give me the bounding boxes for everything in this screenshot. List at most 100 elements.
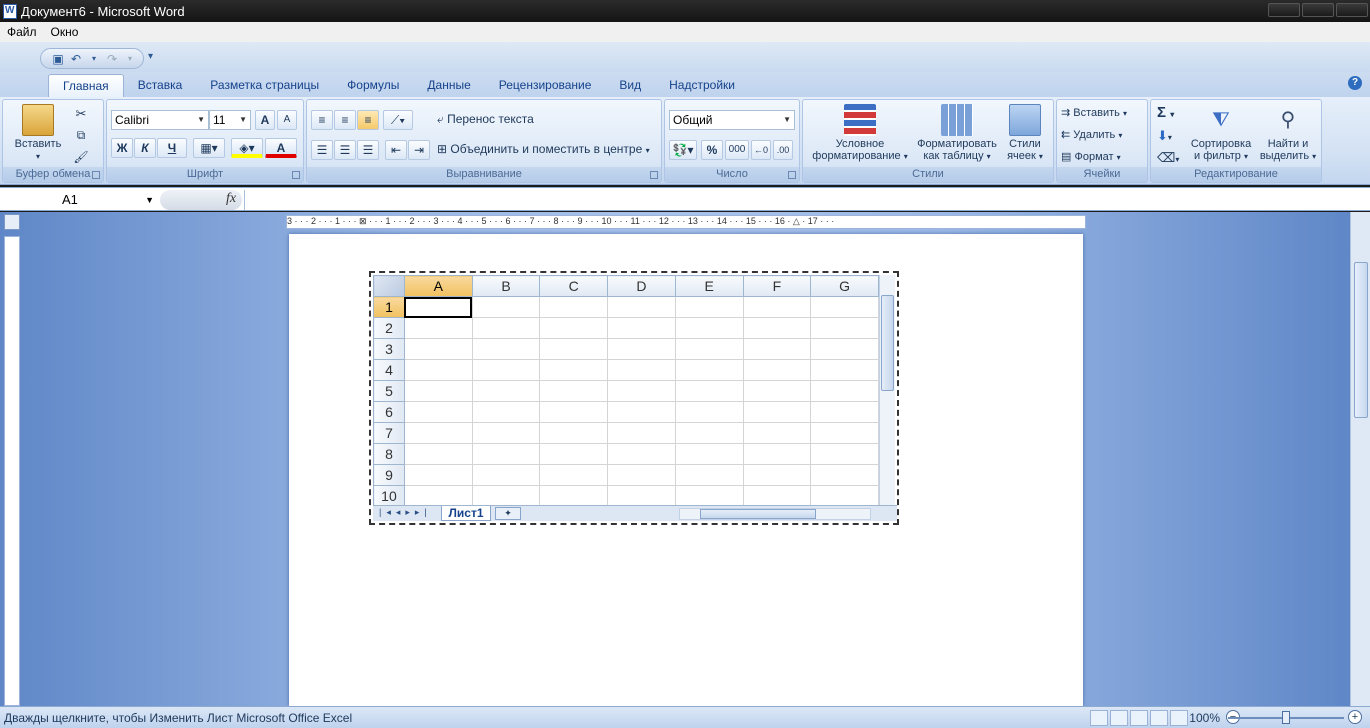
document-vertical-scrollbar[interactable] <box>1350 212 1370 706</box>
conditional-formatting-button[interactable]: Условное форматирование ▾ <box>807 104 913 162</box>
sheet-vscroll-thumb[interactable] <box>881 295 894 391</box>
word-app-icon[interactable] <box>3 3 17 19</box>
save-icon[interactable]: ▣ <box>51 52 65 66</box>
row-header[interactable]: 6 <box>373 401 405 423</box>
cell[interactable] <box>674 464 744 486</box>
cell[interactable] <box>471 317 541 339</box>
print-layout-view-button[interactable] <box>1090 710 1108 726</box>
column-header[interactable]: C <box>539 275 609 297</box>
row-header[interactable]: 9 <box>373 464 405 486</box>
wrap-text-button[interactable]: ⤶ Перенос текста <box>437 112 534 127</box>
cell[interactable] <box>607 317 676 339</box>
close-button[interactable] <box>1336 3 1368 17</box>
vertical-ruler[interactable] <box>4 236 20 706</box>
cell[interactable] <box>539 464 609 486</box>
cell[interactable] <box>403 317 473 339</box>
cell[interactable] <box>810 401 879 423</box>
cell[interactable] <box>539 485 609 507</box>
cell[interactable] <box>403 401 473 423</box>
cell[interactable] <box>674 296 744 318</box>
tab-page-layout[interactable]: Разметка страницы <box>196 74 333 97</box>
cell[interactable] <box>742 401 812 423</box>
cell[interactable] <box>471 380 541 402</box>
decrease-decimal-button[interactable]: .00 <box>773 140 793 160</box>
cell[interactable] <box>539 422 609 444</box>
document-vscroll-thumb[interactable] <box>1354 262 1368 418</box>
cell[interactable] <box>742 443 812 465</box>
tab-data[interactable]: Данные <box>413 74 484 97</box>
cell[interactable] <box>810 422 879 444</box>
cell[interactable] <box>539 338 609 360</box>
fill-icon[interactable]: ⬇▾ <box>1157 128 1172 144</box>
draft-view-button[interactable] <box>1170 710 1188 726</box>
worksheet-grid[interactable]: A B C D E F G 1 2 3 4 5 6 7 8 9 10 <box>373 275 879 507</box>
format-as-table-button[interactable]: Форматировать как таблицу ▾ <box>915 104 999 162</box>
cell[interactable] <box>810 317 879 339</box>
clipboard-dialog-launcher[interactable] <box>92 171 100 179</box>
zoom-slider[interactable] <box>1228 711 1344 724</box>
maximize-button[interactable] <box>1302 3 1334 17</box>
cell[interactable] <box>810 338 879 360</box>
full-screen-view-button[interactable] <box>1110 710 1128 726</box>
cell[interactable] <box>674 338 744 360</box>
horizontal-ruler[interactable]: 3 · · · 2 · · · 1 · · · ⊠ · · · 1 · · · … <box>286 215 1086 229</box>
font-color-button[interactable]: A <box>265 138 297 158</box>
cell[interactable] <box>810 485 879 507</box>
cell[interactable] <box>539 317 609 339</box>
insert-sheet-icon[interactable]: ✦ <box>495 507 521 520</box>
cell[interactable] <box>607 443 676 465</box>
column-header[interactable]: E <box>674 275 744 297</box>
insert-cells-button[interactable]: ⇉ Вставить ▾ <box>1061 106 1127 119</box>
cell[interactable] <box>471 485 541 507</box>
increase-indent-button[interactable]: ⇥ <box>408 140 430 160</box>
cell[interactable] <box>742 464 812 486</box>
redo-dropdown-icon[interactable]: ▾ <box>123 52 137 66</box>
outline-view-button[interactable] <box>1150 710 1168 726</box>
cell[interactable] <box>674 485 744 507</box>
cell[interactable] <box>607 464 676 486</box>
row-header[interactable]: 7 <box>373 422 405 444</box>
cell[interactable] <box>607 296 676 318</box>
orientation-button[interactable]: ⟋▾ <box>383 110 413 130</box>
tab-addins[interactable]: Надстройки <box>655 74 749 97</box>
cell[interactable] <box>607 359 676 381</box>
tab-formulas[interactable]: Формулы <box>333 74 413 97</box>
percent-button[interactable]: % <box>701 140 723 160</box>
format-painter-icon[interactable]: 🖌 <box>73 150 89 164</box>
row-header[interactable]: 2 <box>373 317 405 339</box>
cell[interactable] <box>471 443 541 465</box>
currency-button[interactable]: 💱▾ <box>669 140 697 160</box>
cell[interactable] <box>607 485 676 507</box>
underline-button[interactable]: Ч <box>157 138 187 158</box>
copy-icon[interactable]: ⧉ <box>73 128 89 143</box>
delete-cells-button[interactable]: ⇇ Удалить ▾ <box>1061 128 1122 141</box>
undo-dropdown-icon[interactable]: ▾ <box>87 52 101 66</box>
grow-font-button[interactable]: A <box>255 110 275 130</box>
help-icon[interactable]: ? <box>1348 76 1362 90</box>
cell[interactable] <box>742 422 812 444</box>
cell[interactable] <box>607 338 676 360</box>
number-format-combo[interactable]: Общий ▼ <box>669 110 795 130</box>
cell[interactable] <box>403 422 473 444</box>
cell[interactable] <box>471 422 541 444</box>
tab-insert[interactable]: Вставка <box>124 74 197 97</box>
cell[interactable] <box>742 296 812 318</box>
cell[interactable] <box>742 485 812 507</box>
align-right-button[interactable]: ☰ <box>357 140 379 160</box>
cell[interactable] <box>674 422 744 444</box>
clear-icon[interactable]: ⌫▾ <box>1157 150 1179 166</box>
number-dialog-launcher[interactable] <box>788 171 796 179</box>
cut-icon[interactable]: ✂ <box>73 106 89 122</box>
row-header[interactable]: 3 <box>373 338 405 360</box>
align-top-button[interactable]: ≡ <box>311 110 333 130</box>
cell[interactable] <box>539 359 609 381</box>
cell[interactable] <box>810 296 879 318</box>
cell-a1[interactable] <box>403 296 473 318</box>
sheet-vertical-scrollbar[interactable] <box>879 275 895 507</box>
thousands-button[interactable]: 000 <box>725 140 749 160</box>
row-header[interactable]: 4 <box>373 359 405 381</box>
row-header[interactable]: 8 <box>373 443 405 465</box>
autosum-button[interactable]: Σ ▾ <box>1157 104 1174 121</box>
cell[interactable] <box>471 296 541 318</box>
redo-icon[interactable]: ↷ <box>105 52 119 66</box>
